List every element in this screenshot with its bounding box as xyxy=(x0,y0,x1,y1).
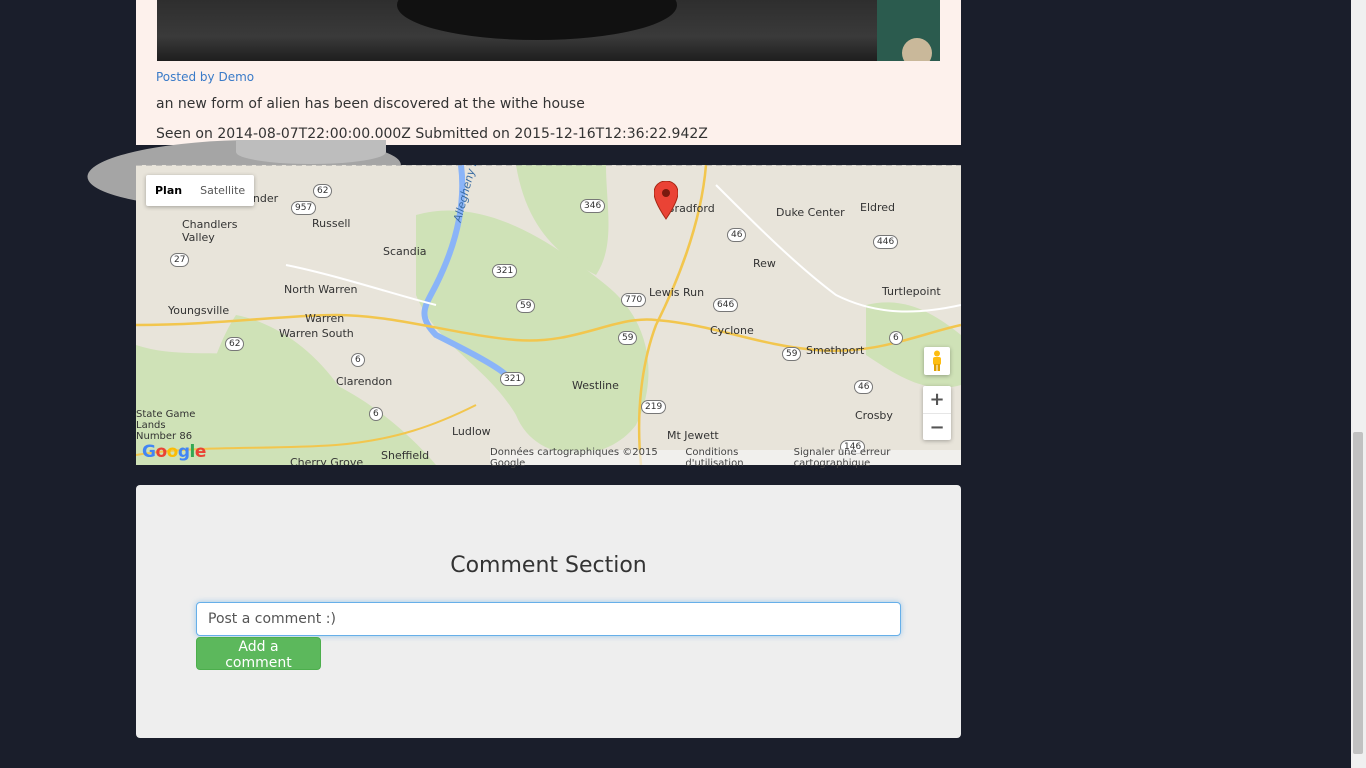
road-shield: 770 xyxy=(621,293,647,307)
road-shield: 219 xyxy=(641,400,667,414)
map-town: Ludlow xyxy=(452,425,491,438)
road-shield: 27 xyxy=(170,253,190,267)
road-shield: 62 xyxy=(313,184,333,198)
google-logo: Google xyxy=(142,442,206,462)
map-town: State Game Lands Number 86 xyxy=(136,409,196,442)
report-map-error-link[interactable]: Signaler une erreur cartographique xyxy=(794,447,961,469)
street-view-pegman-icon[interactable] xyxy=(924,347,950,375)
map-town: Cyclone xyxy=(710,324,754,337)
road-shield: 6 xyxy=(351,353,365,367)
map-attribution: Données cartographiques ©2015 Google Con… xyxy=(490,447,961,469)
map[interactable]: Lander Chandlers Valley Russell Scandia … xyxy=(136,165,961,465)
zoom-out-button[interactable]: − xyxy=(923,413,951,441)
post-image xyxy=(157,0,940,61)
posted-by-link[interactable]: Posted by Demo xyxy=(156,70,254,84)
road-shield: 6 xyxy=(889,331,903,345)
road-shield: 321 xyxy=(492,264,518,278)
road-shield: 59 xyxy=(782,347,802,361)
map-town: Lewis Run xyxy=(649,286,705,299)
road-shield: 62 xyxy=(225,337,245,351)
road-shield: 446 xyxy=(873,235,899,249)
map-town: Youngsville xyxy=(168,304,230,317)
zoom-control: + − xyxy=(923,386,951,440)
map-town: Westline xyxy=(572,379,619,392)
road-shield: 46 xyxy=(727,228,747,242)
road-shield: 321 xyxy=(500,372,526,386)
add-comment-button[interactable]: Add a comment xyxy=(196,637,321,671)
map-type-satellite-button[interactable]: Satellite xyxy=(191,175,254,206)
map-town: Smethport xyxy=(806,344,865,357)
road-shield: 59 xyxy=(618,331,638,345)
map-town: Warren xyxy=(305,312,345,325)
map-town: Duke Center xyxy=(776,206,845,219)
road-shield: 957 xyxy=(291,201,317,215)
map-town: Eldred xyxy=(860,201,896,214)
map-town: Scandia xyxy=(383,245,427,258)
terms-of-use-link[interactable]: Conditions d'utilisation xyxy=(685,447,793,469)
map-data-credit: Données cartographiques ©2015 Google xyxy=(490,446,658,469)
post-card xyxy=(136,0,961,145)
map-town: Clarendon xyxy=(336,375,393,388)
zoom-in-button[interactable]: + xyxy=(923,386,951,413)
comment-input[interactable] xyxy=(196,602,901,636)
road-shield: 346 xyxy=(580,199,606,213)
map-town: Cherry Grove xyxy=(290,456,364,465)
map-town: Warren South xyxy=(279,327,354,340)
map-type-plan-button[interactable]: Plan xyxy=(146,175,191,206)
road-shield: 59 xyxy=(516,299,536,313)
map-town: Russell xyxy=(312,217,351,230)
map-town: Turtlepoint xyxy=(882,285,941,298)
scrollbar-thumb[interactable] xyxy=(1353,432,1363,754)
road-shield: 46 xyxy=(854,380,874,394)
saucer-decoration-top xyxy=(236,140,386,164)
map-town: Mt Jewett xyxy=(667,429,719,442)
map-town: Sheffield xyxy=(381,449,430,462)
comment-section-title: Comment Section xyxy=(450,553,647,578)
map-town: Crosby xyxy=(855,409,893,422)
map-marker-icon[interactable] xyxy=(653,180,679,225)
post-description: an new form of alien has been discovered… xyxy=(156,96,585,112)
road-shield: 646 xyxy=(713,298,739,312)
map-town: Chandlers Valley xyxy=(182,218,238,244)
map-type-control: Plan Satellite xyxy=(146,175,255,206)
road-shield: 6 xyxy=(369,407,383,421)
map-town: North Warren xyxy=(284,283,358,296)
map-town: Rew xyxy=(753,257,776,270)
